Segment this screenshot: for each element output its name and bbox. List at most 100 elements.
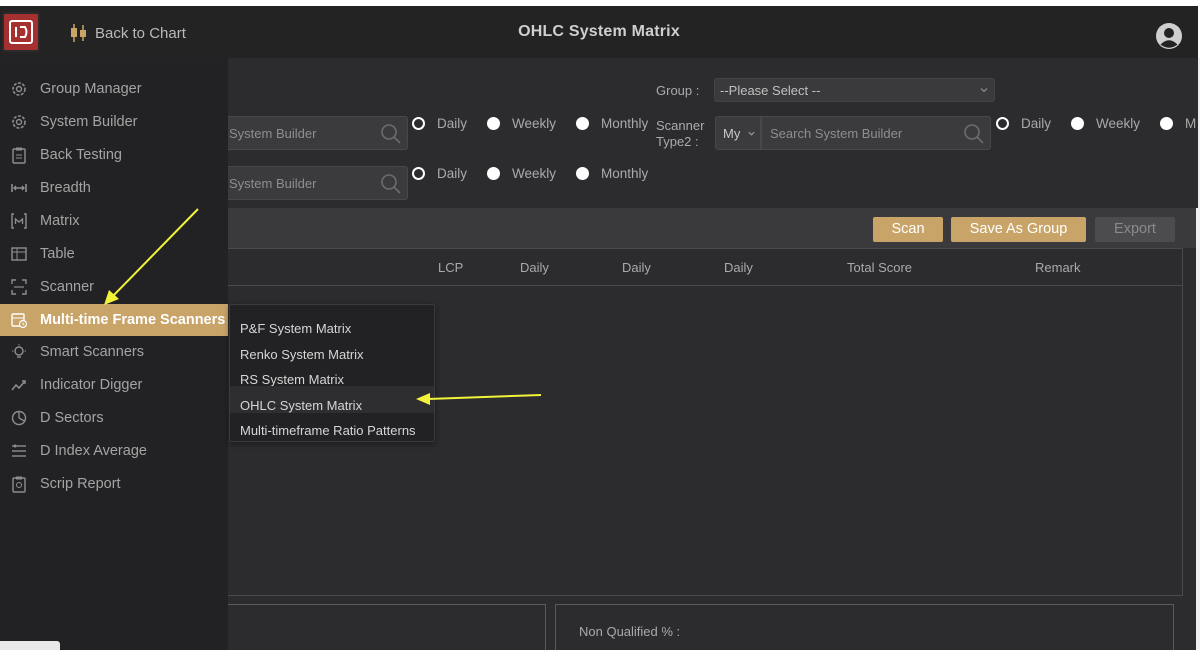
sidebar-item-multi-time-frame-scanners[interactable]: Multi-time Frame Scanners	[0, 304, 228, 336]
status-tooltip-chip	[0, 641, 60, 650]
sidebar-item-label: Breadth	[40, 180, 91, 196]
radio-daily-label: Daily	[437, 166, 468, 181]
gear-icon	[10, 113, 28, 131]
scanner-type3-search-input[interactable]: System Builder	[220, 166, 408, 200]
export-button[interactable]: Export	[1095, 217, 1175, 242]
scan-button[interactable]: Scan	[873, 217, 943, 242]
radio-weekly[interactable]: Weekly	[487, 166, 556, 181]
sidebar-item-scanner[interactable]: Scanner	[0, 272, 228, 302]
submenu-item-ohlc-system-matrix[interactable]: OHLC System Matrix	[230, 386, 434, 413]
bulb-icon	[10, 343, 28, 361]
radio-daily[interactable]: Daily	[996, 116, 1051, 131]
sidebar-item-indicator-digger[interactable]: Indicator Digger	[0, 370, 228, 400]
radio-daily-button[interactable]	[996, 117, 1009, 130]
column-header-total-score[interactable]: Total Score	[847, 260, 912, 275]
radio-weekly-button[interactable]	[1071, 117, 1085, 130]
radio-daily-label: Daily	[437, 116, 468, 131]
radio-weekly[interactable]: Weekly	[487, 116, 556, 131]
sidebar-item-label: Multi-time Frame Scanners	[40, 312, 226, 328]
scanner-type2-search-input[interactable]: Search System Builder	[761, 116, 991, 150]
radio-monthly-button[interactable]	[576, 117, 590, 130]
search-placeholder: System Builder	[229, 176, 317, 191]
submenu-item-multi-timeframe-ratio-patterns[interactable]: Multi-timeframe Ratio Patterns	[230, 417, 434, 442]
arrows-horizontal-icon	[10, 179, 28, 197]
scan-icon	[10, 278, 28, 296]
results-table-header: LCP Daily Daily Daily Total Score Remark	[228, 248, 1183, 286]
sidebar-item-system-builder[interactable]: System Builder	[0, 107, 228, 137]
save-as-group-button[interactable]: Save As Group	[951, 217, 1086, 242]
non-qualified-label: Non Qualified % :	[579, 624, 681, 639]
search-placeholder: System Builder	[229, 126, 317, 141]
radio-monthly-button[interactable]	[1160, 117, 1174, 130]
sidebar-item-label: D Index Average	[40, 443, 147, 459]
sidebar-item-back-testing[interactable]: Back Testing	[0, 140, 228, 170]
sidebar-item-breadth[interactable]: Breadth	[0, 173, 228, 203]
radio-monthly-label: Monthly	[601, 166, 649, 181]
sidebar-item-table[interactable]: Table	[0, 239, 228, 269]
sidebar-item-label: Scrip Report	[40, 476, 121, 492]
chevron-down-icon	[980, 88, 988, 93]
matrix-icon	[10, 212, 28, 230]
radio-weekly-button[interactable]	[487, 117, 501, 130]
sidebar-item-label: Scanner	[40, 279, 95, 295]
sidebar-item-label: D Sectors	[40, 410, 104, 426]
summary-qualified-box	[228, 604, 546, 650]
radio-daily[interactable]: Daily	[412, 116, 467, 131]
sidebar-item-smart-scanners[interactable]: Smart Scanners	[0, 337, 228, 367]
list-icon	[10, 442, 28, 460]
sidebar-item-label: Matrix	[40, 213, 80, 229]
sidebar-item-label: Back Testing	[40, 147, 122, 163]
sidebar-item-group-manager[interactable]: Group Manager	[0, 74, 228, 104]
scanner-type1-search-input[interactable]: System Builder	[220, 116, 408, 150]
column-header-remark[interactable]: Remark	[1035, 260, 1081, 275]
radio-daily-label: Daily	[1021, 116, 1052, 131]
sidebar: Group Manager System Builder Back Testin…	[0, 58, 228, 650]
scanner-type2-timeframe-radios: Daily Weekly Mon	[996, 116, 1196, 131]
radio-monthly-button[interactable]	[576, 167, 590, 180]
calendar-clock-icon	[10, 311, 28, 329]
column-header-daily-3[interactable]: Daily	[724, 260, 753, 275]
radio-daily-button[interactable]	[412, 167, 425, 180]
radio-daily[interactable]: Daily	[412, 166, 467, 181]
radio-monthly[interactable]: Monthly	[576, 116, 648, 131]
chevron-down-icon	[748, 131, 755, 136]
radio-monthly[interactable]: Monthly	[576, 166, 648, 181]
radio-weekly-label: Weekly	[1096, 116, 1141, 131]
submenu-item-pf-system-matrix[interactable]: P&F System Matrix	[230, 315, 434, 340]
submenu-item-renko-system-matrix[interactable]: Renko System Matrix	[230, 341, 434, 366]
radio-monthly-label: Monthly	[601, 116, 649, 131]
scanner-type3-timeframe-radios: Daily Weekly Monthly	[412, 166, 648, 181]
radio-daily-button[interactable]	[412, 117, 425, 130]
my-select-value: My	[723, 126, 741, 141]
sidebar-item-d-index-average[interactable]: D Index Average	[0, 436, 228, 466]
column-header-lcp[interactable]: LCP	[438, 260, 463, 275]
radio-monthly-label: Mon	[1185, 116, 1196, 131]
search-icon[interactable]	[962, 122, 986, 146]
sidebar-item-label: Table	[40, 246, 75, 262]
table-icon	[10, 245, 28, 263]
scanner-type2-label-line2: Type2 :	[656, 134, 699, 149]
column-header-daily-2[interactable]: Daily	[622, 260, 651, 275]
scanner-type2-label-line1: Scanner	[656, 118, 705, 133]
summary-non-qualified-box: Non Qualified % :	[555, 604, 1174, 650]
sidebar-item-d-sectors[interactable]: D Sectors	[0, 403, 228, 433]
group-select[interactable]: --Please Select --	[714, 78, 995, 102]
trend-icon	[10, 376, 28, 394]
sidebar-item-matrix[interactable]: Matrix	[0, 206, 228, 236]
radio-weekly-label: Weekly	[512, 166, 557, 181]
scanner-type2-my-select[interactable]: My	[715, 116, 761, 150]
radio-weekly[interactable]: Weekly	[1071, 116, 1140, 131]
pie-icon	[10, 409, 28, 427]
column-header-daily-1[interactable]: Daily	[520, 260, 549, 275]
report-icon	[10, 475, 28, 493]
top-header: Back to Chart OHLC System Matrix	[0, 6, 1198, 58]
group-label: Group :	[656, 83, 700, 98]
search-icon[interactable]	[379, 122, 403, 146]
sidebar-item-label: Smart Scanners	[40, 344, 144, 360]
gear-icon	[10, 80, 28, 98]
user-profile-icon[interactable]	[1155, 22, 1183, 50]
search-icon[interactable]	[379, 172, 403, 196]
radio-monthly[interactable]: Mon	[1160, 116, 1196, 131]
radio-weekly-button[interactable]	[487, 167, 501, 180]
sidebar-item-scrip-report[interactable]: Scrip Report	[0, 469, 228, 499]
